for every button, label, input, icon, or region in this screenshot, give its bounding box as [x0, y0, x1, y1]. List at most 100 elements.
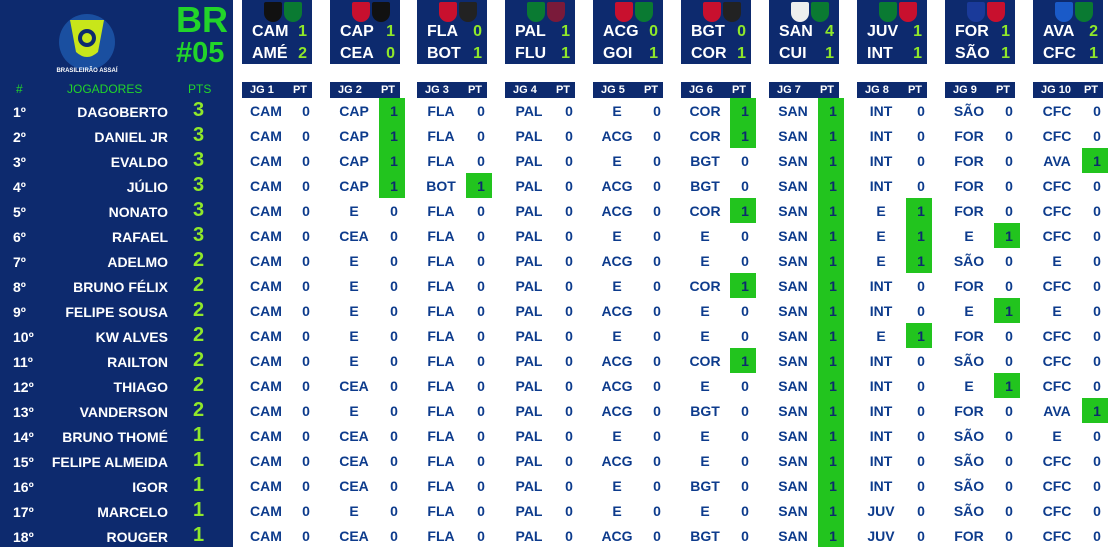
- player-name: FELIPE SOUSA: [65, 304, 168, 320]
- away-score: 1: [1089, 45, 1098, 62]
- away-crest-icon: [1075, 2, 1093, 22]
- pick-team: CEA: [339, 453, 369, 469]
- pick-team: CAM: [250, 328, 282, 344]
- pick-team: FOR: [954, 203, 984, 219]
- match-box: JUV 1 INT 1: [857, 0, 927, 64]
- pick-team: E: [349, 403, 359, 419]
- pick-team: CAP: [339, 103, 369, 119]
- pick-team: E: [1052, 253, 1062, 269]
- pick-points: 1: [1093, 403, 1101, 419]
- pick-points: 1: [1005, 303, 1013, 319]
- pick-team: BGT: [690, 178, 720, 194]
- player-position: 3º: [13, 154, 26, 170]
- away-score: 1: [473, 45, 482, 62]
- pick-team: ACG: [601, 253, 633, 269]
- away-team: COR: [691, 45, 727, 62]
- pt-label: PT: [555, 84, 570, 96]
- pick-team: CFC: [1042, 203, 1072, 219]
- pick-team: FLA: [427, 478, 455, 494]
- pick-points: 0: [741, 178, 749, 194]
- round-number: #05: [176, 37, 225, 69]
- away-score: 1: [561, 45, 570, 62]
- player-name: KW ALVES: [95, 329, 168, 345]
- player-points: 3: [193, 199, 205, 221]
- pick-team: CEA: [339, 378, 369, 394]
- pick-team: PAL: [515, 128, 543, 144]
- pt-label: PT: [819, 84, 834, 96]
- pick-team: E: [964, 303, 974, 319]
- away-crest-icon: [372, 2, 390, 22]
- pick-points: 0: [565, 278, 573, 294]
- home-team: ACG: [603, 23, 639, 40]
- player-position: 17º: [13, 504, 34, 520]
- player-row: 11º RAILTON 2: [0, 348, 233, 373]
- pick-team: INT: [869, 478, 893, 494]
- pick-points: 0: [653, 178, 661, 194]
- home-score: 0: [473, 23, 482, 40]
- player-position: 1º: [13, 104, 26, 120]
- pick-team: SÃO: [953, 428, 985, 444]
- header-players: JOGADORES: [67, 82, 143, 96]
- pick-points: 0: [653, 328, 661, 344]
- pick-points: 0: [390, 378, 398, 394]
- pick-team: BGT: [690, 528, 720, 544]
- home-team: FOR: [955, 23, 989, 40]
- pick-points: 0: [1005, 103, 1013, 119]
- player-name: THIAGO: [113, 379, 168, 395]
- round-header: JG 5 PT: [593, 82, 663, 98]
- pick-team: BGT: [690, 478, 720, 494]
- pick-points: 0: [565, 128, 573, 144]
- pick-points: 1: [829, 478, 837, 494]
- pick-team: FOR: [954, 153, 984, 169]
- pick-team: CAM: [250, 428, 282, 444]
- pick-team: E: [700, 328, 710, 344]
- pick-points: 0: [917, 278, 925, 294]
- player-position: 2º: [13, 129, 26, 145]
- pick-points: 0: [653, 253, 661, 269]
- pick-points: 0: [653, 478, 661, 494]
- player-name: VANDERSON: [79, 404, 168, 420]
- round-header: JG 9 PT: [945, 82, 1015, 98]
- pick-team: ACG: [601, 303, 633, 319]
- pick-team: CAP: [339, 178, 369, 194]
- pick-team: E: [964, 378, 974, 394]
- pick-points: 1: [829, 203, 837, 219]
- pick-points: 1: [829, 328, 837, 344]
- pick-points: 0: [1005, 153, 1013, 169]
- pick-team: E: [349, 328, 359, 344]
- player-row: 13º VANDERSON 2: [0, 398, 233, 423]
- player-name: JÚLIO: [126, 179, 168, 195]
- pick-points: 0: [565, 103, 573, 119]
- pick-team: CAP: [339, 128, 369, 144]
- round-label: JG 1: [250, 84, 274, 96]
- pt-label: PT: [731, 84, 746, 96]
- round-header: JG 6 PT: [681, 82, 751, 98]
- home-score: 1: [1001, 23, 1010, 40]
- pick-team: E: [612, 278, 622, 294]
- pick-points: 0: [917, 528, 925, 544]
- player-position: 15º: [13, 454, 34, 470]
- pick-points: 0: [565, 153, 573, 169]
- pick-team: E: [612, 103, 622, 119]
- pick-team: PAL: [515, 478, 543, 494]
- pick-points: 0: [477, 453, 485, 469]
- pick-points: 0: [741, 528, 749, 544]
- pick-points: 0: [477, 278, 485, 294]
- away-team: GOI: [603, 45, 633, 62]
- pick-points: 0: [653, 453, 661, 469]
- player-row: 8º BRUNO FÉLIX 2: [0, 273, 233, 298]
- player-row: 15º FELIPE ALMEIDA 1: [0, 448, 233, 473]
- pt-label: PT: [1083, 84, 1098, 96]
- pick-team: CFC: [1042, 453, 1072, 469]
- pick-points: 0: [1005, 328, 1013, 344]
- pick-team: CFC: [1042, 328, 1072, 344]
- player-points: 3: [193, 149, 205, 171]
- player-points: 2: [193, 349, 205, 371]
- pick-points: 0: [565, 328, 573, 344]
- pick-points: 1: [829, 253, 837, 269]
- pick-points: 0: [1093, 328, 1101, 344]
- pick-points: 0: [1005, 353, 1013, 369]
- pick-points: 0: [653, 203, 661, 219]
- pick-team: BGT: [690, 403, 720, 419]
- pick-points: 0: [390, 353, 398, 369]
